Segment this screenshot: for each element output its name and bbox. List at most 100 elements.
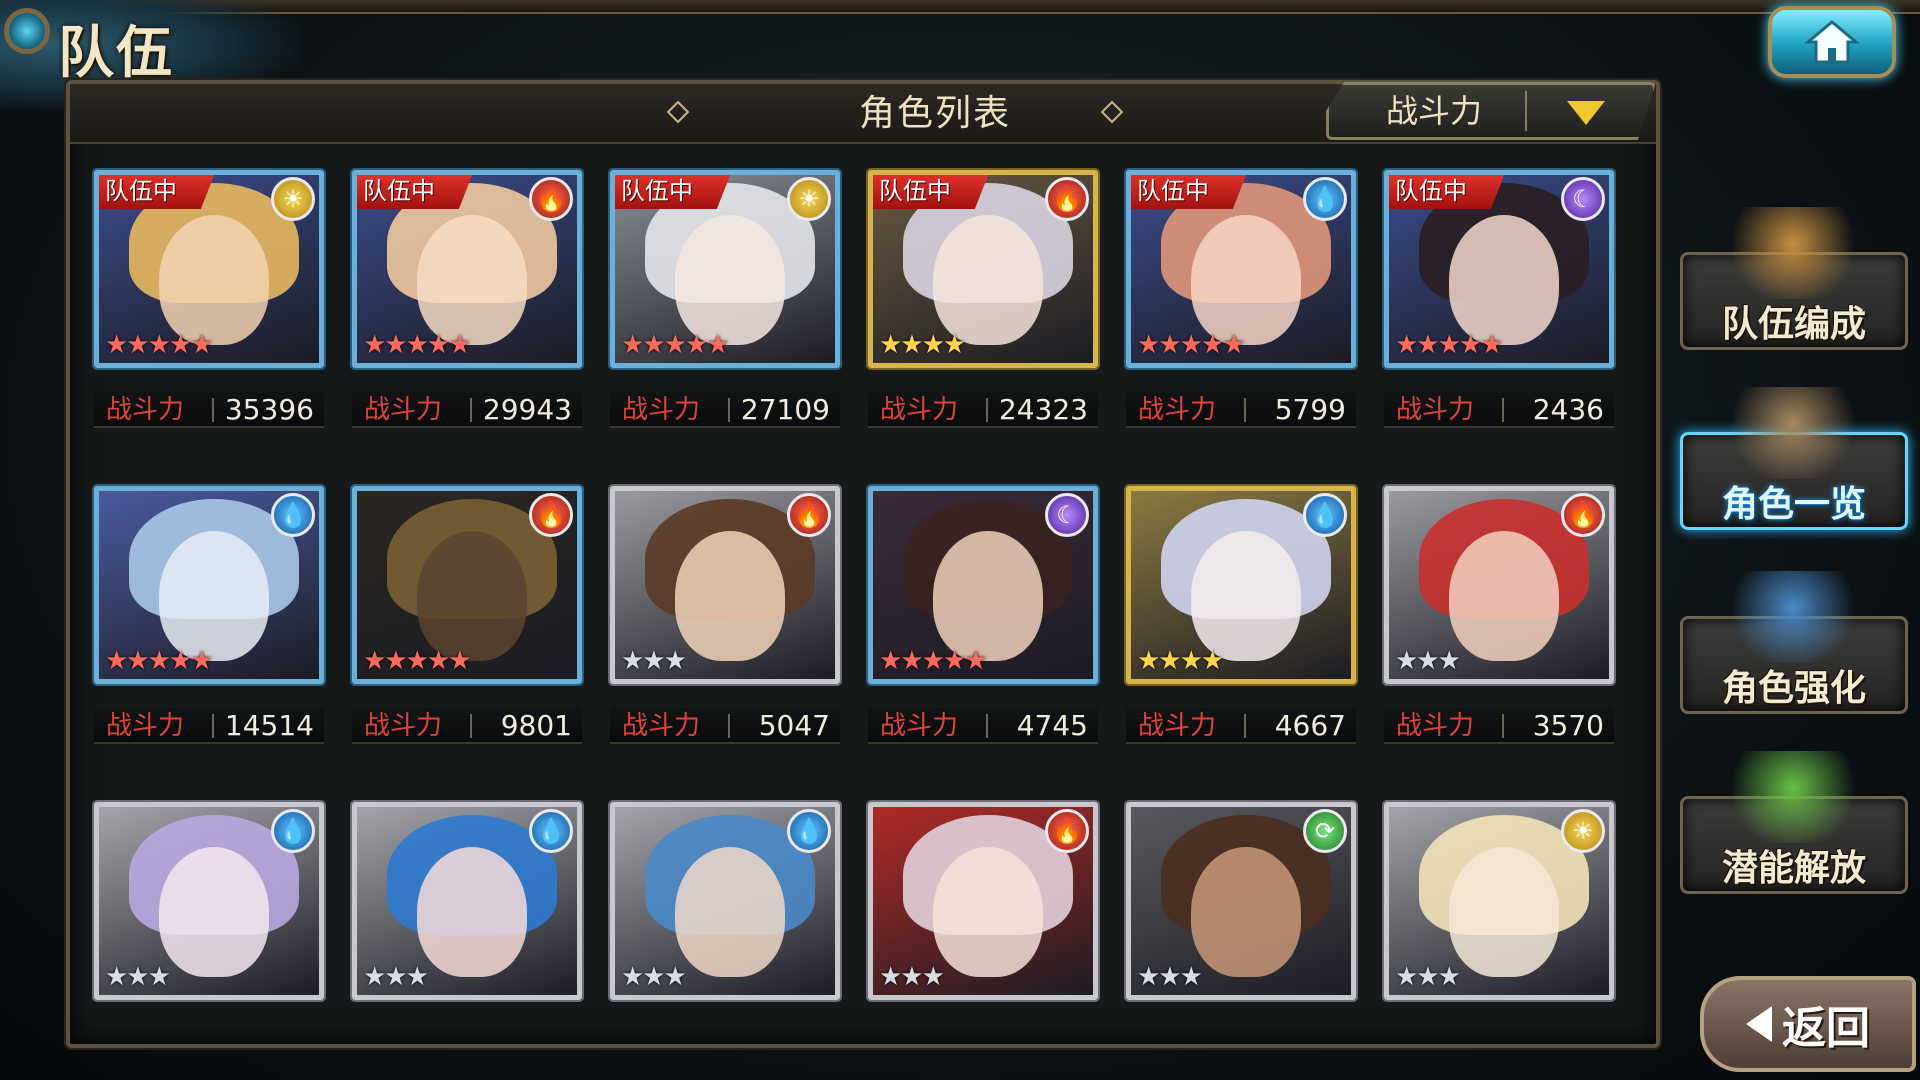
combat-power-label: 战斗力	[622, 711, 701, 741]
character-portrait[interactable]: 💧 ★★★	[608, 800, 842, 1002]
character-portrait[interactable]: 队伍中 ☀ ★★★★★	[92, 168, 326, 370]
gear-emblem-icon	[4, 8, 50, 54]
character-card[interactable]: ☀ ★★★	[1382, 800, 1616, 1002]
character-card[interactable]: 队伍中 ☾ ★★★★★ 战斗力 2436	[1382, 168, 1616, 428]
character-portrait[interactable]: 💧 ★★★★★	[92, 484, 326, 686]
rarity-stars: ★★★★★	[1137, 330, 1246, 360]
potential-unlock-label: 潜能解放	[1721, 848, 1866, 889]
character-card[interactable]: 🔥 ★★★ 战斗力 5047	[608, 484, 842, 744]
power-separator	[986, 714, 988, 738]
combat-power-label: 战斗力	[364, 711, 443, 741]
character-portrait[interactable]: 💧 ★★★★	[1124, 484, 1358, 686]
portrait-face	[159, 215, 269, 345]
combat-power-value: 4745	[1016, 709, 1088, 742]
character-portrait[interactable]: 🔥 ★★★★★	[350, 484, 584, 686]
rarity-stars: ★★★	[1395, 646, 1461, 676]
character-card[interactable]: 🔥 ★★★	[866, 800, 1100, 1002]
power-separator	[1502, 714, 1504, 738]
character-portrait[interactable]: 队伍中 ☀ ★★★★★	[608, 168, 842, 370]
character-portrait[interactable]: ☀ ★★★	[1382, 800, 1616, 1002]
portrait-face	[675, 215, 785, 345]
character-card[interactable]: ☾ ★★★★★ 战斗力 4745	[866, 484, 1100, 744]
portrait-face	[159, 531, 269, 661]
combat-power-value: 14514	[224, 709, 314, 742]
combat-power-bar: 战斗力 3570	[1384, 708, 1614, 744]
team-formation-button[interactable]: 队伍编成	[1680, 207, 1908, 350]
portrait-face	[1449, 847, 1559, 977]
combat-power-label: 战斗力	[106, 711, 185, 741]
combat-power-value: 35396	[224, 393, 314, 426]
character-card[interactable]: 队伍中 🔥 ★★★★ 战斗力 24323	[866, 168, 1100, 428]
character-card[interactable]: 💧 ★★★	[608, 800, 842, 1002]
home-button[interactable]	[1768, 6, 1896, 78]
combat-power-label: 战斗力	[1396, 711, 1475, 741]
character-portrait[interactable]: 💧 ★★★	[92, 800, 326, 1002]
character-card[interactable]: 🔥 ★★★ 战斗力 3570	[1382, 484, 1616, 744]
character-card[interactable]: 🔥 ★★★★★ 战斗力 9801	[350, 484, 584, 744]
rarity-stars: ★★★	[1137, 962, 1203, 992]
character-card[interactable]: 队伍中 ☀ ★★★★★ 战斗力 35396	[92, 168, 326, 428]
portrait-face	[1191, 847, 1301, 977]
rarity-stars: ★★★★★	[1395, 330, 1504, 360]
character-enhance-button[interactable]: 角色强化	[1680, 571, 1908, 714]
power-separator	[1244, 714, 1246, 738]
character-portrait[interactable]: 🔥 ★★★	[608, 484, 842, 686]
dropdown-arrow-icon[interactable]	[1567, 101, 1605, 125]
combat-power-bar: 战斗力 4667	[1126, 708, 1356, 744]
character-list-button[interactable]: 角色一览	[1680, 387, 1908, 530]
character-portrait[interactable]: 💧 ★★★	[350, 800, 584, 1002]
team-formation-label: 队伍编成	[1721, 304, 1866, 345]
combat-power-value: 27109	[740, 393, 830, 426]
character-card[interactable]: 队伍中 ☀ ★★★★★ 战斗力 27109	[608, 168, 842, 428]
panel-header: 角色列表 战斗力	[70, 84, 1656, 144]
combat-power-label: 战斗力	[880, 395, 959, 425]
combat-power-bar: 战斗力 35396	[94, 392, 324, 428]
in-team-badge: 队伍中	[615, 175, 731, 209]
sort-dropdown[interactable]: 战斗力	[1326, 82, 1656, 140]
home-icon	[1804, 20, 1860, 64]
rarity-stars: ★★★	[621, 962, 687, 992]
rarity-stars: ★★★★	[1137, 646, 1224, 676]
character-card[interactable]: 💧 ★★★	[92, 800, 326, 1002]
character-card[interactable]: 💧 ★★★★ 战斗力 4667	[1124, 484, 1358, 744]
character-card[interactable]: 💧 ★★★	[350, 800, 584, 1002]
water-element-icon: 💧	[787, 809, 831, 853]
water-element-icon: 💧	[1303, 177, 1347, 221]
rarity-stars: ★★★★	[879, 330, 966, 360]
rarity-stars: ★★★★★	[363, 646, 472, 676]
combat-power-label: 战斗力	[880, 711, 959, 741]
combat-power-value: 5799	[1274, 393, 1346, 426]
power-separator	[986, 398, 988, 422]
fire-element-icon: 🔥	[1561, 493, 1605, 537]
potential-unlock-button[interactable]: 潜能解放	[1680, 751, 1908, 894]
character-card[interactable]: 队伍中 💧 ★★★★★ 战斗力 5799	[1124, 168, 1358, 428]
portrait-face	[417, 531, 527, 661]
in-team-badge: 队伍中	[1389, 175, 1505, 209]
in-team-badge: 队伍中	[99, 175, 215, 209]
character-portrait[interactable]: 队伍中 💧 ★★★★★	[1124, 168, 1358, 370]
character-card[interactable]: 💧 ★★★★★ 战斗力 14514	[92, 484, 326, 744]
character-portrait[interactable]: 队伍中 🔥 ★★★★★	[350, 168, 584, 370]
combat-power-value: 9801	[500, 709, 572, 742]
character-portrait[interactable]: 🔥 ★★★	[866, 800, 1100, 1002]
character-portrait[interactable]: ⟳ ★★★	[1124, 800, 1358, 1002]
character-portrait[interactable]: 队伍中 🔥 ★★★★	[866, 168, 1100, 370]
portrait-face	[159, 847, 269, 977]
water-element-icon: 💧	[1303, 493, 1347, 537]
character-card[interactable]: 队伍中 🔥 ★★★★★ 战斗力 29943	[350, 168, 584, 428]
character-portrait[interactable]: 队伍中 ☾ ★★★★★	[1382, 168, 1616, 370]
back-button[interactable]: 返回	[1700, 976, 1916, 1072]
character-card[interactable]: ⟳ ★★★	[1124, 800, 1358, 1002]
character-portrait[interactable]: ☾ ★★★★★	[866, 484, 1100, 686]
power-separator	[470, 714, 472, 738]
rarity-stars: ★★★	[1395, 962, 1461, 992]
combat-power-value: 29943	[482, 393, 572, 426]
character-enhance-label: 角色强化	[1721, 668, 1866, 709]
combat-power-label: 战斗力	[364, 395, 443, 425]
character-portrait[interactable]: 🔥 ★★★	[1382, 484, 1616, 686]
combat-power-label: 战斗力	[1138, 395, 1217, 425]
combat-power-bar: 战斗力 5047	[610, 708, 840, 744]
diamond-ornament-icon	[666, 100, 690, 124]
rarity-stars: ★★★	[621, 646, 687, 676]
fire-element-icon: 🔥	[529, 177, 573, 221]
